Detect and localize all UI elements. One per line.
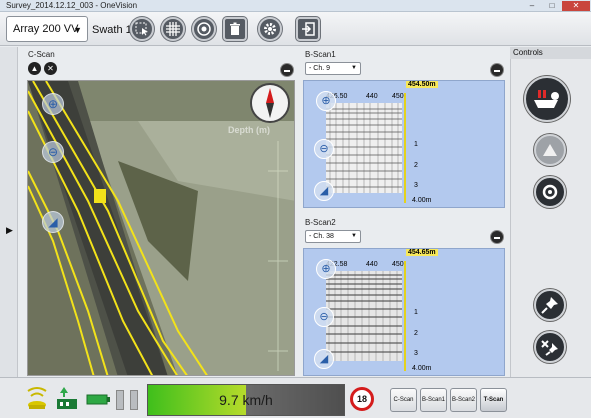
gear-icon xyxy=(264,23,276,35)
trash-icon xyxy=(230,22,240,35)
zoom-in-icon[interactable]: ⊕ xyxy=(316,91,336,111)
speed-gauge: 9.7 km/h xyxy=(147,384,345,416)
bscan2-depth-tick: 2 xyxy=(414,330,418,337)
exit-icon xyxy=(302,22,315,36)
chevron-down-icon: ▼ xyxy=(351,65,357,71)
bscan2-radargram xyxy=(326,271,402,361)
bscan1-depth-bottom: 4.00m xyxy=(412,197,432,204)
title-bar: Survey_2014.12.12_003 - OneVision – □ ✕ xyxy=(0,0,591,12)
toolbar: Array 200 VV ▼ Swath 1 xyxy=(0,12,591,46)
bscan2-channel-value: - Ch. 38 xyxy=(309,233,334,240)
view-bscan2-button[interactable]: B-Scan2 xyxy=(450,388,477,412)
level-indicator-1 xyxy=(116,390,124,410)
bscan1-depth-tick: 2 xyxy=(414,162,418,169)
target-icon xyxy=(197,22,211,36)
reset-button[interactable] xyxy=(534,176,566,208)
cscan-collapse-button[interactable] xyxy=(280,63,294,77)
refresh-icon xyxy=(542,184,558,200)
maximize-button[interactable]: □ xyxy=(542,1,562,11)
view-tscan-button[interactable]: T-Scan xyxy=(480,388,507,412)
view-bscan1-button[interactable]: B-Scan1 xyxy=(420,388,447,412)
array-select[interactable]: Array 200 VV ▼ xyxy=(6,16,88,42)
gps-signal-icon xyxy=(26,385,48,416)
grid-button[interactable] xyxy=(161,17,185,41)
left-collapse-strip[interactable]: ▶ xyxy=(0,47,18,377)
speed-limit-badge: 18 xyxy=(350,387,374,411)
grid-icon xyxy=(166,22,180,36)
navigate-up-icon[interactable]: ▲ xyxy=(28,62,41,75)
swath-label: Swath 1 xyxy=(92,24,132,36)
window-title: Survey_2014.12.12_003 - OneVision xyxy=(6,1,138,10)
radar-cart-icon xyxy=(534,90,559,108)
speed-readout: 9.7 km/h xyxy=(219,392,273,408)
battery-icon xyxy=(86,385,110,416)
zoom-out-icon[interactable]: ⊖ xyxy=(314,139,334,159)
controls-header: Controls xyxy=(510,47,591,59)
zoom-in-icon[interactable]: ⊕ xyxy=(316,259,336,279)
pin-icon xyxy=(541,297,558,314)
layer-icon[interactable]: ◢ xyxy=(314,181,334,201)
settings-button[interactable] xyxy=(258,17,282,41)
bscan1-channel-select[interactable]: - Ch. 9 ▼ xyxy=(305,62,361,75)
move-up-button[interactable] xyxy=(534,134,566,166)
cscan-map-view[interactable]: Depth (m) ⊕ ⊖ ◢ xyxy=(27,80,295,376)
arrow-up-icon xyxy=(543,144,557,156)
bscan1-view[interactable]: 454.50m 426.50 440 450 1 2 3 4.00m ⊕ ⊖ ◢ xyxy=(303,80,505,208)
close-button[interactable]: ✕ xyxy=(562,1,590,11)
layer-icon[interactable]: ◢ xyxy=(314,349,334,369)
select-icon xyxy=(135,22,148,36)
record-button[interactable] xyxy=(524,76,570,122)
zoom-out-icon[interactable]: ⊖ xyxy=(314,307,334,327)
bscan2-tick: 440 xyxy=(366,261,378,268)
cscan-label: C-Scan xyxy=(28,50,55,59)
bscan2-collapse-button[interactable] xyxy=(490,230,504,244)
bscan2-label: B-Scan2 xyxy=(305,218,336,227)
bscan2-tick: 450 xyxy=(392,261,404,268)
depth-watermark: Depth (m) xyxy=(228,125,270,135)
bscan1-tick: 440 xyxy=(366,93,378,100)
add-marker-button[interactable] xyxy=(534,289,566,321)
zoom-in-icon[interactable]: ⊕ xyxy=(42,93,64,115)
array-select-value: Array 200 VV xyxy=(13,23,79,35)
exit-button[interactable] xyxy=(296,17,320,41)
chevron-down-icon: ▼ xyxy=(351,233,357,239)
compass-icon xyxy=(250,83,290,123)
delete-button[interactable] xyxy=(223,17,247,41)
bscan2-depth-tick: 3 xyxy=(414,350,418,357)
bscan2-view[interactable]: 454.65m 422.58 440 450 1 2 3 4.00m ⊕ ⊖ ◢ xyxy=(303,248,505,376)
bscan1-distance: 454.50m xyxy=(406,81,438,88)
chevron-down-icon: ▼ xyxy=(73,25,82,35)
remove-marker-button[interactable] xyxy=(534,331,566,363)
expand-arrow-icon[interactable]: ▶ xyxy=(6,225,13,236)
remove-pin-icon xyxy=(541,340,558,356)
bscan2-depth-bottom: 4.00m xyxy=(412,365,432,372)
bscan2-channel-select[interactable]: - Ch. 38 ▼ xyxy=(305,230,361,243)
bscan1-radargram xyxy=(326,103,402,193)
bscan1-label: B-Scan1 xyxy=(305,50,336,59)
bscan1-channel-value: - Ch. 9 xyxy=(309,65,331,72)
target-button[interactable] xyxy=(192,17,216,41)
level-indicator-2 xyxy=(130,390,138,410)
bscan2-distance: 454.65m xyxy=(406,249,438,256)
bscan2-depth-tick: 1 xyxy=(414,309,418,316)
view-cscan-button[interactable]: C-Scan xyxy=(390,388,417,412)
bscan1-cursor-line xyxy=(404,93,406,203)
bscan2-cursor-line xyxy=(404,261,406,371)
layer-icon[interactable]: ◢ xyxy=(42,211,64,233)
zoom-out-icon[interactable]: ⊖ xyxy=(42,141,64,163)
bscan1-tick: 450 xyxy=(392,93,404,100)
fullscreen-icon[interactable]: ✕ xyxy=(44,62,57,75)
bscan1-depth-tick: 3 xyxy=(414,182,418,189)
minimize-button[interactable]: – xyxy=(522,1,542,11)
bscan1-collapse-button[interactable] xyxy=(490,63,504,77)
select-tool-button[interactable] xyxy=(130,17,154,41)
bscan1-depth-tick: 1 xyxy=(414,141,418,148)
network-transfer-icon xyxy=(54,385,80,416)
